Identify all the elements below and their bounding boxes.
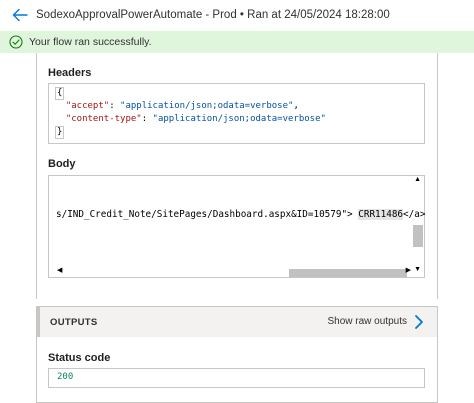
scroll-right-arrow-icon[interactable]: ▶ [406,266,411,274]
close-brace: } [55,126,65,139]
success-banner: Your flow ran successfully. [0,31,474,53]
status-code-value[interactable]: 200 [48,368,425,388]
status-code-text: 200 [57,372,74,382]
run-title: SodexoApprovalPowerAutomate - Prod • Ran… [36,9,390,21]
outputs-title: OUTPUTS [50,317,98,328]
headers-code-box[interactable]: { "accept": "application/json;odata=verb… [48,83,425,144]
vertical-scrollbar-thumb[interactable] [413,225,423,247]
body-code-box[interactable]: s/IND_Credit_Note/SitePages/Dashboard.as… [48,175,425,278]
open-brace: { [55,87,65,100]
check-circle-icon [9,35,23,49]
arrow-left-icon [12,8,28,22]
scroll-left-arrow-icon[interactable]: ◀ [57,266,62,274]
separator: , [293,101,299,111]
headers-label: Headers [48,67,92,79]
body-content: s/IND_Credit_Note/SitePages/Dashboard.as… [56,209,425,220]
body-text-before: s/IND_Credit_Note/SitePages/Dashboard.as… [56,209,359,220]
body-text-highlight: CRR11486 [358,209,404,220]
outputs-header: OUTPUTS Show raw outputs [37,307,437,337]
header-key-content-type: "content-type" [65,114,142,124]
header-value-content-type: "application/json;odata=verbose" [152,114,326,124]
body-text-after: </a> [403,209,426,220]
header-value-accept: "application/json;odata=verbose" [120,101,294,111]
body-label: Body [48,158,76,170]
banner-message: Your flow ran successfully. [29,36,152,48]
scroll-up-arrow-icon[interactable]: ▲ [414,176,421,183]
show-raw-outputs-link[interactable]: Show raw outputs [328,316,408,327]
back-button[interactable] [10,5,30,25]
scroll-down-arrow-icon[interactable]: ▼ [414,266,421,273]
horizontal-scrollbar-thumb[interactable] [289,269,407,277]
top-bar: SodexoApprovalPowerAutomate - Prod • Ran… [0,0,474,30]
header-key-accept: "accept" [65,101,110,111]
status-code-label: Status code [48,352,111,364]
chevron-right-icon[interactable] [413,314,425,330]
